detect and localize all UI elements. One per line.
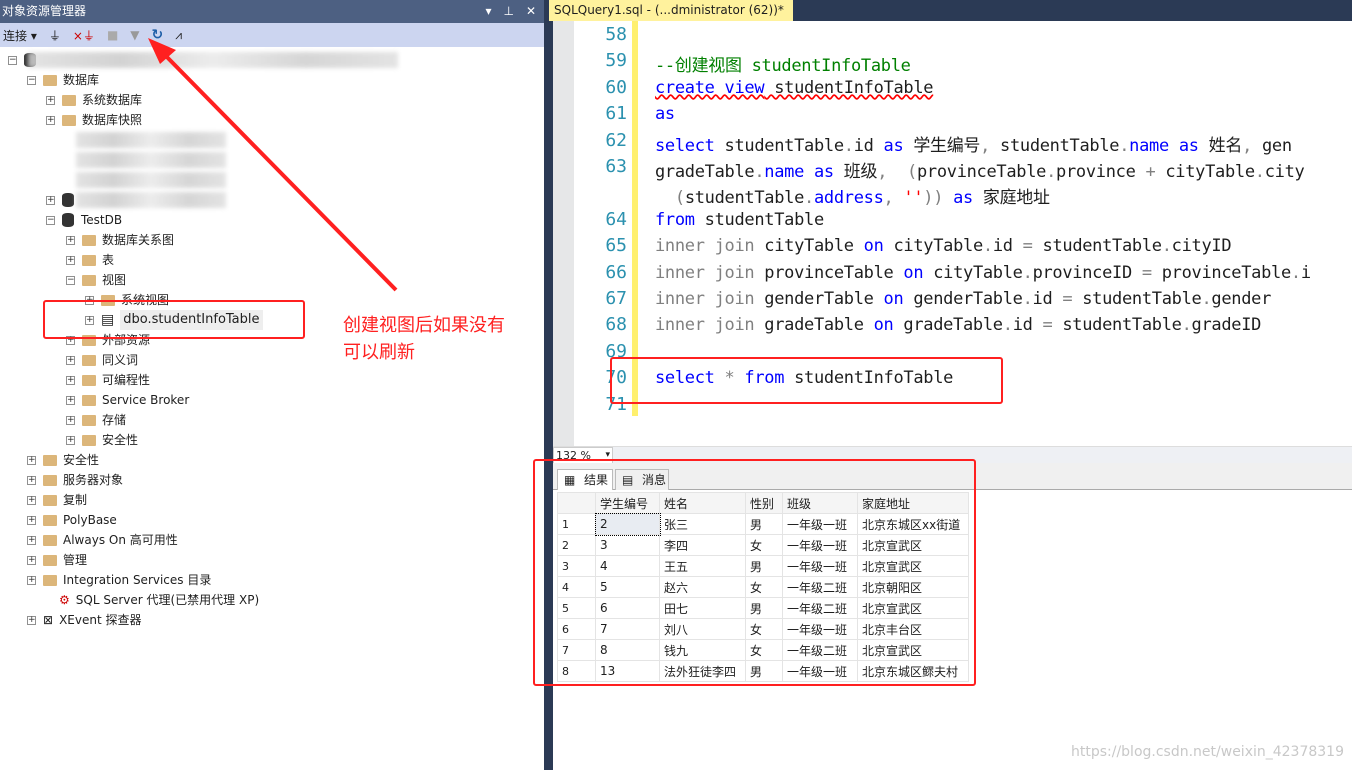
annotation-note: 创建视图后如果没有 可以刷新 xyxy=(343,315,505,363)
watermark: https://blog.csdn.net/weixin_42378319 xyxy=(1070,744,1344,760)
annotation-arrow xyxy=(148,38,398,292)
